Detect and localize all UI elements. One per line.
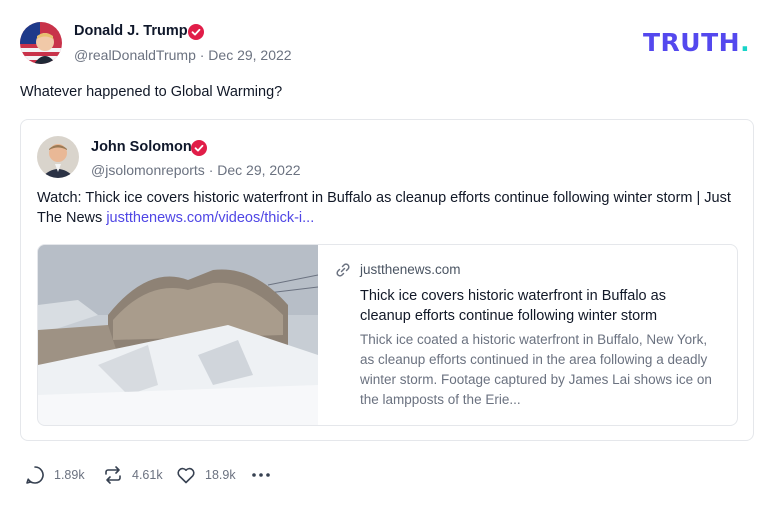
retruth-button[interactable]: 4.61k: [102, 463, 163, 487]
link-preview-card[interactable]: justthenews.com Thick ice covers histori…: [37, 244, 738, 426]
truth-logo[interactable]: TRUTH.: [643, 28, 750, 57]
author-name[interactable]: Donald J. Trump: [74, 23, 188, 39]
more-icon: [252, 473, 270, 477]
author-handle-date[interactable]: @realDonaldTrump · Dec 29, 2022: [74, 47, 292, 63]
card-title: Thick ice covers historic waterfront in …: [360, 288, 666, 324]
reply-button[interactable]: 1.89k: [24, 463, 85, 487]
like-button[interactable]: 18.9k: [175, 463, 236, 487]
reply-count: 1.89k: [54, 468, 85, 482]
link-icon: [336, 263, 350, 277]
quote-link[interactable]: justthenews.com/videos/thick-i...: [106, 210, 314, 226]
post-text: Whatever happened to Global Warming?: [20, 84, 283, 100]
card-domain: justthenews.com: [360, 262, 461, 277]
quote-author-handle-date[interactable]: @jsolomonreports · Dec 29, 2022: [91, 162, 301, 178]
retruth-count: 4.61k: [132, 468, 163, 482]
like-count: 18.9k: [205, 468, 236, 482]
preview-image: [38, 245, 318, 425]
reply-icon: [26, 466, 44, 484]
author-avatar[interactable]: [20, 22, 62, 64]
verified-badge-icon: [188, 24, 204, 40]
quote-text: Watch: Thick ice covers historic waterfr…: [37, 190, 731, 226]
card-description: Thick ice coated a historic waterfront i…: [360, 332, 712, 407]
more-button[interactable]: [250, 463, 272, 487]
quote-author-name[interactable]: John Solomon: [91, 139, 192, 155]
like-icon: [177, 467, 195, 484]
retruth-icon: [105, 466, 121, 484]
verified-badge-icon: [191, 140, 207, 156]
quote-author-avatar[interactable]: [37, 136, 79, 178]
